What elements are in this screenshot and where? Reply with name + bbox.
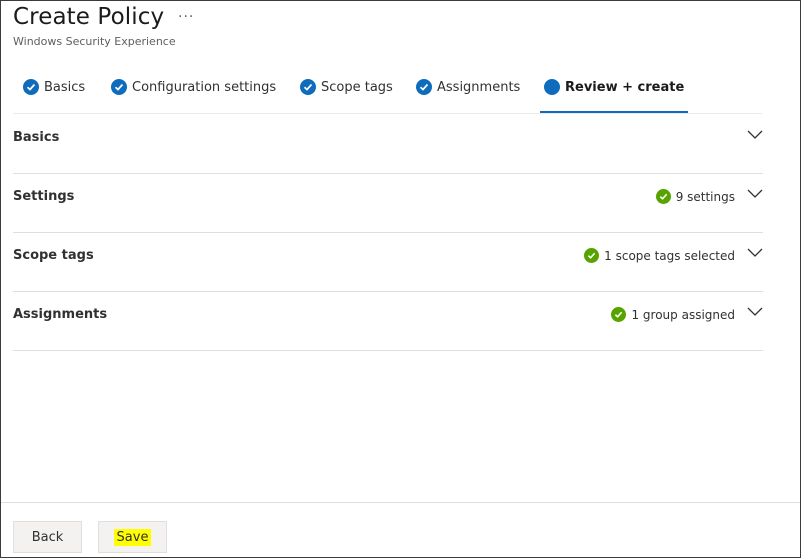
tab-label: Assignments (437, 80, 521, 95)
chevron-down-icon[interactable] (747, 306, 763, 318)
page-title: Create Policy (13, 4, 165, 30)
section-settings[interactable]: Settings 9 settings (13, 174, 763, 233)
save-button[interactable]: Save (98, 521, 167, 553)
chevron-down-icon[interactable] (747, 188, 763, 200)
checkmark-circle-icon (416, 79, 432, 95)
section-summary: 9 settings (655, 189, 735, 204)
chevron-down-icon[interactable] (747, 247, 763, 259)
section-summary-text: 1 group assigned (631, 307, 735, 322)
section-summary: 1 group assigned (611, 307, 735, 322)
filled-circle-icon (544, 79, 560, 95)
page-subtitle: Windows Security Experience (13, 35, 176, 48)
section-summary-text: 9 settings (675, 189, 735, 204)
section-basics[interactable]: Basics (13, 115, 763, 174)
success-check-icon (584, 248, 600, 263)
section-title: Assignments (13, 307, 108, 322)
tab-assignments[interactable]: Assignments (416, 77, 520, 112)
section-title: Settings (13, 189, 75, 204)
tab-label: Basics (44, 80, 86, 95)
chevron-down-icon[interactable] (747, 129, 763, 141)
section-title: Scope tags (13, 248, 94, 263)
checkmark-circle-icon (111, 79, 127, 95)
save-button-label: Save (113, 528, 152, 546)
section-summary-text: 1 scope tags selected (604, 248, 735, 263)
tab-review-create[interactable]: Review + create (539, 77, 689, 113)
tab-label: Review + create (565, 80, 685, 95)
section-scope-tags[interactable]: Scope tags 1 scope tags selected (13, 233, 763, 292)
more-ellipsis-icon[interactable]: ··· (178, 9, 194, 25)
back-button[interactable]: Back (13, 521, 82, 553)
tab-basics[interactable]: Basics (23, 77, 85, 112)
checkmark-circle-icon (300, 79, 316, 95)
tab-scope-tags[interactable]: Scope tags (300, 77, 393, 112)
checkmark-circle-icon (23, 79, 39, 95)
section-summary: 1 scope tags selected (584, 248, 735, 263)
section-assignments[interactable]: Assignments 1 group assigned (13, 292, 763, 351)
tab-label: Configuration settings (132, 80, 277, 95)
footer-bar: Back Save (1, 502, 800, 557)
create-policy-window: Create Policy ··· Windows Security Exper… (0, 0, 801, 558)
success-check-icon (611, 307, 627, 322)
back-button-label: Back (31, 529, 64, 545)
tab-configuration-settings[interactable]: Configuration settings (111, 77, 276, 112)
wizard-tabs: Basics Configuration settings Scope tags… (13, 77, 762, 114)
success-check-icon (655, 189, 671, 204)
section-title: Basics (13, 130, 60, 145)
tab-label: Scope tags (321, 80, 393, 95)
